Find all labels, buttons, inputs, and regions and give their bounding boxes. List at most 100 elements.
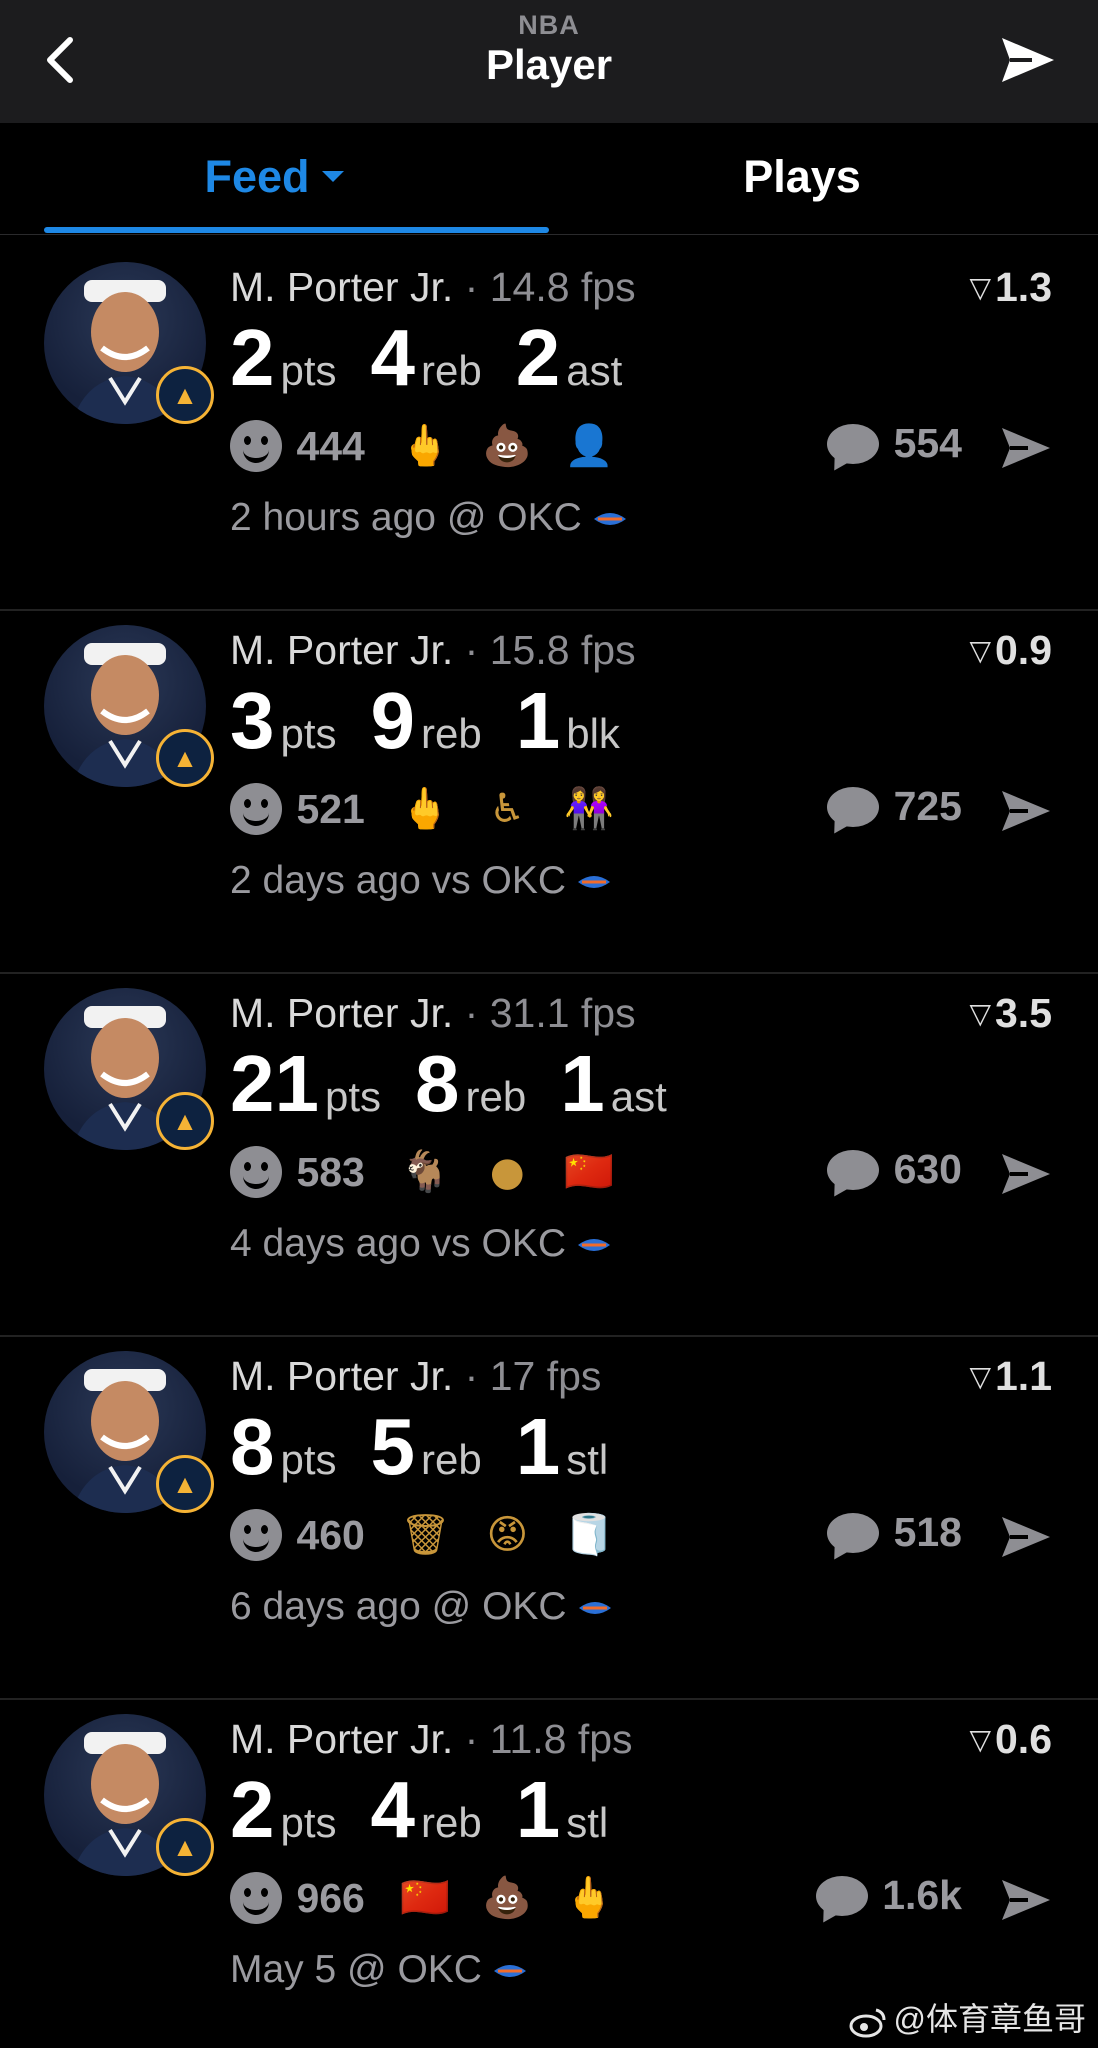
game-meta: 2 hours ago @ OKC bbox=[230, 496, 628, 540]
stat-line: 21 pts 8 reb 1 ast bbox=[230, 1038, 701, 1130]
game-meta-text: May 5 @ OKC bbox=[230, 1948, 482, 1991]
rating: ▽0.9 bbox=[969, 627, 1052, 674]
player-name: M. Porter Jr. bbox=[230, 627, 454, 673]
weibo-icon bbox=[849, 2008, 885, 2038]
cursing-face-icon[interactable]: 😡 bbox=[479, 1509, 535, 1561]
okc-logo-icon bbox=[578, 1601, 611, 1614]
fps-value: · 14.8 fps bbox=[464, 264, 636, 310]
china-flag-icon[interactable]: 🇨🇳 bbox=[397, 1872, 453, 1924]
active-tab-indicator bbox=[44, 227, 549, 233]
stat-line: 3 pts 9 reb 1 blk bbox=[230, 675, 654, 767]
stat-2: 1 blk bbox=[516, 675, 620, 767]
comment-count: 630 bbox=[893, 1146, 962, 1192]
stat-1: 9 reb bbox=[371, 675, 482, 767]
stat-value: 2 bbox=[230, 1765, 275, 1854]
stat-value: 1 bbox=[560, 1039, 605, 1128]
comment-count: 518 bbox=[893, 1509, 962, 1555]
stat-0: 2 pts bbox=[230, 1764, 337, 1856]
smile-icon[interactable] bbox=[230, 1146, 282, 1198]
reaction-count: 521 bbox=[296, 785, 365, 832]
middle-finger-icon[interactable]: 🖕 bbox=[397, 783, 453, 835]
smile-icon[interactable] bbox=[230, 1509, 282, 1561]
comment-count: 725 bbox=[893, 783, 962, 829]
stat-label: stl bbox=[566, 1799, 609, 1846]
feed-item[interactable]: ▲ M. Porter Jr. · 14.8 fps ▽1.3 2 pts 4 reb… bbox=[0, 248, 1098, 611]
feed-item[interactable]: ▲ M. Porter Jr. · 17 fps ▽1.1 8 pts 5 reb 1 s… bbox=[0, 1337, 1098, 1700]
poo-icon[interactable]: 💩 bbox=[479, 420, 535, 472]
fps-value: · 17 fps bbox=[464, 1353, 602, 1399]
middle-finger-icon[interactable]: 🖕 bbox=[561, 1872, 617, 1924]
rating-triangle-icon: ▽ bbox=[969, 272, 991, 303]
player-name: M. Porter Jr. bbox=[230, 1353, 454, 1399]
reaction-bar: 444 🖕 💩 👤 bbox=[230, 420, 643, 476]
feed-item[interactable]: ▲ M. Porter Jr. · 15.8 fps ▽0.9 3 pts 9 reb… bbox=[0, 611, 1098, 974]
comments-button[interactable]: 725 bbox=[827, 783, 962, 839]
game-meta-text: 2 hours ago @ OKC bbox=[230, 496, 582, 539]
comments-button[interactable]: 554 bbox=[827, 420, 962, 476]
smile-icon[interactable] bbox=[230, 1872, 282, 1924]
tab-feed[interactable]: Feed bbox=[0, 151, 548, 203]
goat-icon[interactable]: 🐐 bbox=[397, 1146, 453, 1198]
stat-label: reb bbox=[421, 1799, 482, 1846]
header-title-group: NBA Player bbox=[0, 10, 1098, 90]
game-meta: May 5 @ OKC bbox=[230, 1948, 528, 1992]
rating: ▽1.3 bbox=[969, 264, 1052, 311]
send-icon[interactable] bbox=[998, 424, 1054, 472]
reaction-count: 460 bbox=[296, 1511, 365, 1558]
watermark: @体育章鱼哥 bbox=[848, 1994, 1086, 2040]
stat-value: 8 bbox=[230, 1402, 275, 1491]
man-in-suit-icon[interactable]: 👤 bbox=[561, 420, 617, 472]
stat-value: 4 bbox=[370, 313, 416, 402]
player-name: M. Porter Jr. bbox=[230, 1716, 454, 1762]
tab-plays[interactable]: Plays bbox=[548, 151, 1056, 203]
comments-button[interactable]: 630 bbox=[827, 1146, 962, 1202]
comments-button[interactable]: 518 bbox=[827, 1509, 962, 1565]
stat-1: 4 reb bbox=[371, 1764, 482, 1856]
women-holding-hands-icon[interactable]: 👭 bbox=[561, 783, 617, 835]
rating-triangle-icon: ▽ bbox=[969, 1361, 991, 1392]
rating: ▽0.6 bbox=[969, 1716, 1052, 1763]
basketball-net-icon[interactable]: 🗑 bbox=[397, 1509, 453, 1561]
send-icon[interactable] bbox=[998, 1513, 1054, 1561]
toilet-paper-icon[interactable]: 🧻 bbox=[561, 1509, 617, 1561]
rating-value: 3.5 bbox=[995, 990, 1052, 1036]
team-logo-icon: ▲ bbox=[156, 1455, 214, 1513]
comment-bubble-icon bbox=[827, 786, 880, 827]
league-label: NBA bbox=[518, 10, 580, 40]
team-logo-icon: ▲ bbox=[156, 366, 214, 424]
china-flag-icon[interactable]: 🇨🇳 bbox=[561, 1146, 617, 1198]
comment-bubble-icon bbox=[827, 1512, 880, 1553]
comments-button[interactable]: 1.6k bbox=[815, 1872, 962, 1928]
fps-value: · 15.8 fps bbox=[464, 627, 636, 673]
feed-item[interactable]: ▲ M. Porter Jr. · 31.1 fps ▽3.5 21 pts 8 re… bbox=[0, 974, 1098, 1337]
stat-value: 1 bbox=[515, 676, 561, 765]
wheelchair-icon[interactable]: ♿ bbox=[479, 783, 535, 835]
caret-down-icon bbox=[321, 170, 344, 182]
stat-0: 8 pts bbox=[230, 1401, 337, 1493]
smile-icon[interactable] bbox=[230, 420, 282, 472]
stat-value: 2 bbox=[230, 313, 275, 402]
stat-line: 2 pts 4 reb 2 ast bbox=[230, 312, 656, 404]
smile-icon[interactable] bbox=[230, 783, 282, 835]
stat-label: pts bbox=[280, 347, 337, 394]
stat-2: 2 ast bbox=[516, 312, 623, 404]
stat-0: 21 pts bbox=[230, 1038, 381, 1130]
send-icon[interactable] bbox=[998, 1876, 1054, 1924]
stat-value: 9 bbox=[370, 676, 416, 765]
send-icon[interactable] bbox=[998, 787, 1054, 835]
middle-finger-icon[interactable]: 🖕 bbox=[397, 420, 453, 472]
team-logo-icon: ▲ bbox=[156, 729, 214, 787]
fps-value: · 11.8 fps bbox=[464, 1716, 633, 1762]
stat-label: ast bbox=[566, 347, 623, 394]
grey-circle-icon[interactable]: ● bbox=[479, 1146, 535, 1198]
stat-label: blk bbox=[566, 710, 620, 757]
rating: ▽3.5 bbox=[969, 990, 1052, 1037]
okc-logo-icon bbox=[493, 1964, 526, 1977]
share-button[interactable] bbox=[998, 32, 1058, 88]
game-meta: 2 days ago vs OKC bbox=[230, 859, 612, 903]
reaction-bar: 521 🖕 ♿ 👭 bbox=[230, 783, 643, 839]
okc-logo-icon bbox=[578, 1238, 610, 1251]
player-name: M. Porter Jr. bbox=[230, 264, 454, 310]
send-icon[interactable] bbox=[998, 1150, 1054, 1198]
poo-icon[interactable]: 💩 bbox=[479, 1872, 535, 1924]
